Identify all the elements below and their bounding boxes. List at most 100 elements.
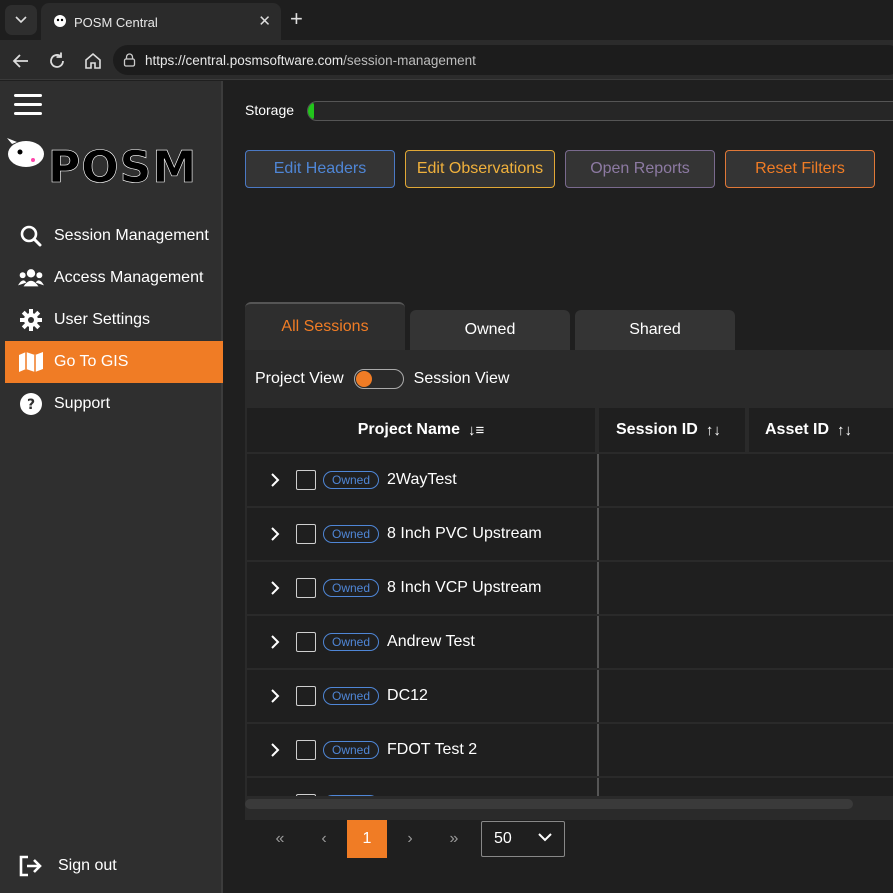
session-id-cell xyxy=(597,670,893,722)
project-name: 8 Inch VCP Upstream xyxy=(387,579,542,596)
edit-observations-button[interactable]: Edit Observations xyxy=(405,150,555,188)
owned-badge: Owned xyxy=(323,795,380,796)
tab-all-sessions[interactable]: All Sessions xyxy=(245,302,405,350)
table-row[interactable]: Owned DC12 xyxy=(247,670,893,722)
owned-badge: Owned xyxy=(323,471,380,489)
prev-page-button[interactable]: ‹ xyxy=(309,820,339,858)
project-name-cell: Owned Andrew Test xyxy=(247,616,595,668)
tab-list-button[interactable] xyxy=(5,5,37,35)
owned-badge: Owned xyxy=(323,525,380,543)
table-row[interactable]: Owned 8 Inch PVC Upstream xyxy=(247,508,893,560)
sign-out-icon xyxy=(19,855,42,877)
sidebar-item-label: Access Management xyxy=(54,269,204,286)
project-name: Andrew Test xyxy=(387,633,475,650)
url-path: /session-management xyxy=(343,53,476,68)
sidebar-item-access-management[interactable]: Access Management xyxy=(5,257,223,299)
storage-label: Storage xyxy=(245,102,295,118)
sidebar-item-user-settings[interactable]: User Settings xyxy=(5,299,223,341)
session-id-cell xyxy=(597,562,893,614)
url-field[interactable]: https://central.posmsoftware.com/session… xyxy=(113,45,893,75)
chevron-right-icon[interactable] xyxy=(269,527,281,541)
sidebar-item-label: Go To GIS xyxy=(54,353,129,370)
chevron-right-icon[interactable] xyxy=(269,581,281,595)
chevron-right-icon[interactable] xyxy=(269,689,281,703)
scrollbar-thumb[interactable] xyxy=(245,799,853,809)
new-tab-icon[interactable]: + xyxy=(290,8,303,30)
reset-filters-button[interactable]: Reset Filters xyxy=(725,150,875,188)
project-name-cell: Owned 8 Inch VCP Upstream xyxy=(247,562,595,614)
tab-shared[interactable]: Shared xyxy=(575,310,735,350)
session-id-cell xyxy=(597,454,893,506)
last-page-button[interactable]: » xyxy=(439,820,469,858)
table-body: Owned 2WayTest Owned 8 Inch PVC Upstream Own… xyxy=(245,454,893,796)
column-header-asset-id[interactable]: Asset ID ↑↓ xyxy=(749,408,893,452)
help-icon: ? xyxy=(18,391,44,417)
tab-title: POSM Central xyxy=(74,15,158,30)
chevron-right-icon[interactable] xyxy=(269,473,281,487)
table-row[interactable]: Owned 8 Inch VCP Upstream xyxy=(247,562,893,614)
sidebar-item-label: Support xyxy=(54,395,111,412)
session-id-cell xyxy=(597,616,893,668)
search-icon xyxy=(18,223,44,249)
table-row[interactable]: Owned xyxy=(247,778,893,796)
hamburger-menu-icon[interactable] xyxy=(14,94,42,116)
sign-out-button[interactable]: Sign out xyxy=(18,854,117,878)
sign-out-label: Sign out xyxy=(58,857,117,874)
column-header-project-name[interactable]: Project Name ↓≡ xyxy=(247,408,595,452)
row-checkbox[interactable] xyxy=(296,470,316,490)
table-row[interactable]: Owned FDOT Test 2 xyxy=(247,724,893,776)
browser-tab-bar: POSM Central ✕ + xyxy=(0,0,893,40)
session-id-cell xyxy=(597,724,893,776)
row-checkbox[interactable] xyxy=(296,632,316,652)
sort-icon[interactable]: ↑↓ xyxy=(706,422,721,439)
close-tab-icon[interactable]: ✕ xyxy=(258,12,271,30)
edit-headers-button[interactable]: Edit Headers xyxy=(245,150,395,188)
session-view-label: Session View xyxy=(413,370,510,387)
sidebar-item-support[interactable]: ? Support xyxy=(5,383,223,425)
chevron-down-icon xyxy=(15,16,27,24)
first-page-button[interactable]: « xyxy=(265,820,295,858)
address-bar: https://central.posmsoftware.com/session… xyxy=(0,40,893,80)
browser-tab[interactable]: POSM Central ✕ xyxy=(41,3,281,40)
owned-badge: Owned xyxy=(323,579,380,597)
project-name-cell: Owned xyxy=(247,778,595,796)
page-size-value: 50 xyxy=(494,830,512,847)
sidebar-item-go-to-gis[interactable]: Go To GIS xyxy=(5,341,223,383)
back-icon[interactable] xyxy=(10,50,32,72)
sidebar-item-label: Session Management xyxy=(54,227,209,244)
next-page-button[interactable]: › xyxy=(395,820,425,858)
owned-badge: Owned xyxy=(323,633,380,651)
row-checkbox[interactable] xyxy=(296,740,316,760)
current-page-button[interactable]: 1 xyxy=(347,820,387,858)
table-row[interactable]: Owned 2WayTest xyxy=(247,454,893,506)
home-icon[interactable] xyxy=(82,50,104,72)
session-id-cell xyxy=(597,778,893,796)
row-checkbox[interactable] xyxy=(296,794,316,796)
sidebar-item-session-management[interactable]: Session Management xyxy=(5,215,223,257)
view-toggle: Project View Session View xyxy=(255,369,509,389)
storage-progress-fill xyxy=(308,102,314,120)
lock-icon xyxy=(123,53,136,67)
posm-logo: POSM xyxy=(7,138,196,186)
project-name-cell: Owned 8 Inch PVC Upstream xyxy=(247,508,595,560)
project-name: FDOT Test 2 xyxy=(387,741,478,758)
tab-owned[interactable]: Owned xyxy=(410,310,570,350)
reload-icon[interactable] xyxy=(46,50,68,72)
switch-knob xyxy=(355,371,372,387)
view-toggle-switch[interactable] xyxy=(353,369,404,389)
row-checkbox[interactable] xyxy=(296,686,316,706)
table-row[interactable]: Owned Andrew Test xyxy=(247,616,893,668)
svg-text:?: ? xyxy=(27,397,35,413)
sort-icon[interactable]: ↑↓ xyxy=(837,422,852,439)
row-checkbox[interactable] xyxy=(296,578,316,598)
main-content: Storage Edit Headers Edit Observations O… xyxy=(225,81,893,893)
page-size-select[interactable]: 50 xyxy=(481,821,565,857)
project-name: DC12 xyxy=(387,687,428,704)
open-reports-button[interactable]: Open Reports xyxy=(565,150,715,188)
chevron-right-icon[interactable] xyxy=(269,743,281,757)
sort-descending-icon[interactable]: ↓≡ xyxy=(468,422,484,439)
column-header-session-id[interactable]: Session ID ↑↓ xyxy=(599,408,745,452)
horizontal-scrollbar[interactable] xyxy=(245,797,893,811)
row-checkbox[interactable] xyxy=(296,524,316,544)
chevron-right-icon[interactable] xyxy=(269,635,281,649)
